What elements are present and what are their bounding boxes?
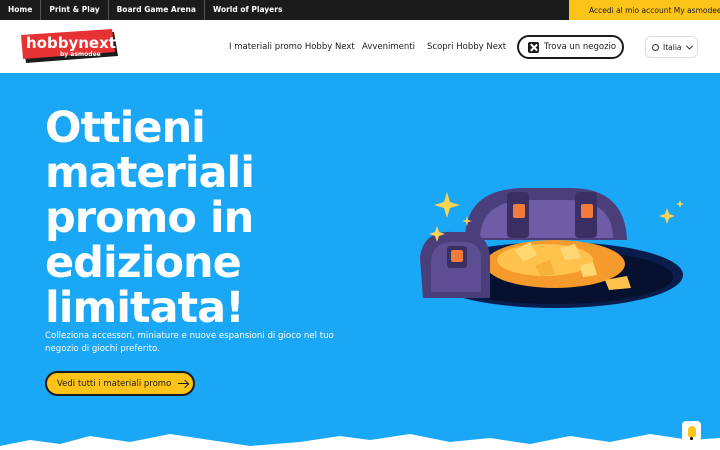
find-store-button[interactable]: Trova un negozio [517,35,624,59]
top-utility-bar: Home Print & Play Board Game Arena World… [0,0,720,20]
arrow-right-icon [178,380,189,388]
top-link-world-of-players[interactable]: World of Players [205,0,290,20]
account-login-label: Accedi al mio account My asmodee [589,5,720,15]
nav-item-promo-materials-label: I materiali promo Hobby Next [229,41,355,52]
top-link-board-game-arena[interactable]: Board Game Arena [109,0,205,20]
globe-icon [652,43,659,51]
hero-title: Ottieni materiali promo in edizione limi… [45,106,345,331]
logo-byline: by asmodee [60,51,101,58]
account-login-button[interactable]: Accedi al mio account My asmodee [569,0,720,20]
chevron-down-icon [685,42,693,50]
nav-item-promo-materials[interactable]: I materiali promo Hobby Next [229,20,355,73]
help-button[interactable] [682,421,701,441]
top-links: Home Print & Play Board Game Arena World… [0,0,290,20]
top-link-print-play[interactable]: Print & Play [41,0,109,20]
lightbulb-icon [687,425,696,440]
store-locator-icon [528,41,539,53]
language-label: Italia [663,42,682,52]
treasure-chest-illustration [420,188,684,308]
find-store-label: Trova un negozio [544,42,617,52]
language-selector[interactable]: Italia [645,36,698,58]
hero-title-line: Ottieni [45,103,206,153]
nav-item-discover-label: Scopri Hobby Next [427,41,507,52]
hobbynext-logo[interactable]: hobbynext by asmodee [20,28,120,66]
top-link-home[interactable]: Home [0,0,42,20]
mountain-decoration [0,434,720,450]
nav-item-discover[interactable]: Scopri Hobby Next [427,20,506,73]
view-all-promo-button[interactable]: Vedi tutti i materiali promo [45,371,195,396]
hero-title-line: materiali [45,148,255,198]
nav-item-events-label: Avvenimenti [362,41,415,52]
logo-wordmark: hobbynext [26,34,116,52]
hero-title-line: edizione [45,238,242,288]
site-header: hobbynext by asmodee I materiali promo H… [0,20,720,73]
hero-subtitle: Colleziona accessori, miniature e nuove … [45,331,334,354]
nav-item-events[interactable]: Avvenimenti [362,20,415,73]
hero-title-line: limitata! [45,283,245,333]
hero-title-line: promo in [45,193,254,243]
view-all-promo-label: Vedi tutti i materiali promo [57,378,172,389]
